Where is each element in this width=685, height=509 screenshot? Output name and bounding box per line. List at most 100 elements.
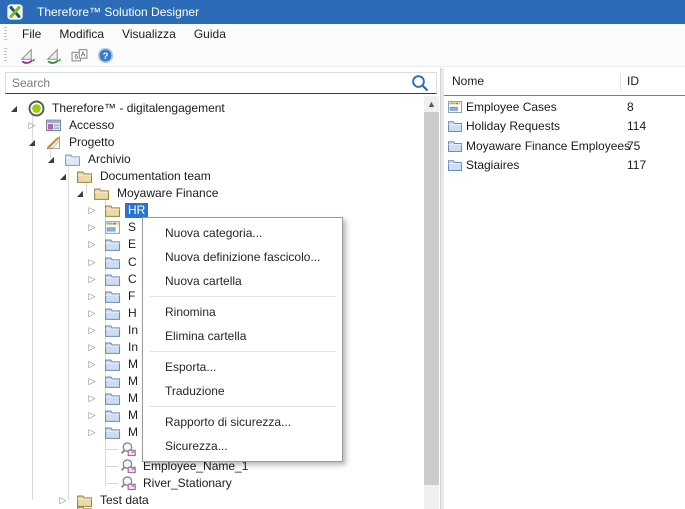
- server-icon: [28, 100, 45, 117]
- collapsed-arrow-icon[interactable]: ▷: [86, 357, 98, 372]
- list-item-name: Moyaware Finance Employees: [466, 138, 631, 153]
- category-icon: [447, 99, 463, 115]
- list-row-holiday-requests[interactable]: Holiday Requests 114: [444, 117, 685, 136]
- list-item-name: Stagiaires: [466, 157, 520, 172]
- context-menu-item-sicurezza[interactable]: Sicurezza...: [143, 434, 342, 458]
- folder-blue-icon: [104, 322, 121, 339]
- translate-icon[interactable]: 6A: [67, 45, 91, 65]
- tree-row-moyaware-finance[interactable]: ◢ Moyaware Finance: [0, 185, 424, 202]
- expanded-arrow-icon[interactable]: ◢: [74, 186, 86, 201]
- tree-label[interactable]: S: [125, 220, 139, 235]
- collapsed-arrow-icon[interactable]: ▷: [86, 306, 98, 321]
- query-icon: [120, 458, 137, 475]
- tree-label[interactable]: E: [125, 237, 139, 252]
- context-menu-item-elimina-cartella[interactable]: Elimina cartella: [143, 324, 342, 348]
- tree-label[interactable]: In: [125, 323, 141, 338]
- tree-label[interactable]: Progetto: [66, 135, 117, 150]
- collapsed-arrow-icon[interactable]: ▷: [86, 408, 98, 423]
- scroll-up-icon[interactable]: ▲: [424, 96, 439, 112]
- tree-label[interactable]: Documentation team: [97, 169, 214, 184]
- menu-file[interactable]: File: [13, 27, 50, 41]
- folder-tan-icon: [104, 202, 121, 219]
- folder-blue-icon: [447, 157, 463, 173]
- tree-row[interactable]: [0, 503, 424, 509]
- tree-row-accesso[interactable]: ▷ Accesso: [0, 117, 424, 134]
- scrollbar-thumb[interactable]: [424, 112, 439, 485]
- tree-label[interactable]: M: [125, 391, 141, 406]
- tree-row-river-stationary[interactable]: River_Stationary: [0, 475, 424, 492]
- folder-blue-icon: [104, 305, 121, 322]
- collapsed-arrow-icon[interactable]: ▷: [26, 118, 38, 133]
- collapsed-arrow-icon[interactable]: ▷: [86, 323, 98, 338]
- list-row-employee-cases[interactable]: Employee Cases 8: [444, 98, 685, 117]
- expanded-arrow-icon[interactable]: ◢: [26, 135, 38, 150]
- context-menu-item-nuova-categoria[interactable]: Nuova categoria...: [143, 221, 342, 245]
- collapsed-arrow-icon[interactable]: ▷: [86, 272, 98, 287]
- collapsed-arrow-icon[interactable]: ▷: [86, 391, 98, 406]
- tree-label[interactable]: H: [125, 306, 140, 321]
- help-icon[interactable]: ?: [93, 45, 117, 65]
- column-header-id[interactable]: ID: [627, 74, 639, 88]
- app-logo-icon: [7, 4, 23, 20]
- tree-label[interactable]: C: [125, 272, 140, 287]
- tree-row-progetto[interactable]: ◢ Progetto: [0, 134, 424, 151]
- collapsed-arrow-icon[interactable]: ▷: [86, 289, 98, 304]
- collapsed-arrow-icon[interactable]: ▷: [86, 374, 98, 389]
- tree-connector: [105, 466, 118, 468]
- collapsed-arrow-icon[interactable]: ▷: [86, 255, 98, 270]
- collapsed-arrow-icon[interactable]: ▷: [86, 203, 98, 218]
- context-menu-item-esporta[interactable]: Esporta...: [143, 355, 342, 379]
- designer-purple-icon[interactable]: [15, 45, 39, 65]
- designer-green-icon[interactable]: [41, 45, 65, 65]
- search-icon[interactable]: [410, 73, 430, 93]
- tree-label[interactable]: River_Stationary: [140, 476, 235, 491]
- tree-label[interactable]: Accesso: [66, 118, 117, 133]
- folder-tan-icon: [76, 503, 93, 509]
- tree-label[interactable]: In: [125, 340, 141, 355]
- collapsed-arrow-icon[interactable]: ▷: [86, 237, 98, 252]
- context-menu-item-rapporto-di-sicurezza[interactable]: Rapporto di sicurezza...: [143, 410, 342, 434]
- tree-label[interactable]: Moyaware Finance: [114, 186, 221, 201]
- column-divider[interactable]: [620, 73, 621, 91]
- tree-label[interactable]: C: [125, 255, 140, 270]
- menu-modifica[interactable]: Modifica: [50, 27, 113, 41]
- folder-blue-icon: [104, 254, 121, 271]
- tree-label[interactable]: M: [125, 408, 141, 423]
- context-menu-item-nuova-definizione-fascicolo[interactable]: Nuova definizione fascicolo...: [143, 245, 342, 269]
- search-input[interactable]: [6, 74, 410, 92]
- tree-row-archivio[interactable]: ◢ Archivio: [0, 151, 424, 168]
- folder-blue-icon: [104, 373, 121, 390]
- collapsed-arrow-icon[interactable]: ▷: [86, 425, 98, 440]
- folder-blue-icon: [447, 118, 463, 134]
- tree-label[interactable]: M: [125, 374, 141, 389]
- tree-row-therefore-digitalengagement[interactable]: ◢ Therefore™ - digitalengagement: [0, 100, 424, 117]
- menu-guida[interactable]: Guida: [185, 27, 235, 41]
- tree-label[interactable]: M: [125, 425, 141, 440]
- folder-blue-icon: [104, 339, 121, 356]
- context-menu-item-rinomina[interactable]: Rinomina: [143, 300, 342, 324]
- svg-text:A: A: [80, 51, 85, 58]
- menu-visualizza[interactable]: Visualizza: [113, 27, 185, 41]
- expanded-arrow-icon[interactable]: ◢: [45, 152, 57, 167]
- list-item-id: 75: [627, 138, 641, 153]
- menu-separator: [149, 406, 336, 407]
- tree-label[interactable]: Therefore™ - digitalengagement: [49, 101, 228, 116]
- expanded-arrow-icon[interactable]: ◢: [8, 101, 20, 116]
- list-row-stagiaires[interactable]: Stagiaires 117: [444, 156, 685, 175]
- collapsed-arrow-icon[interactable]: ▷: [86, 340, 98, 355]
- tree-row-documentation-team[interactable]: ◢ Documentation team: [0, 168, 424, 185]
- tree-label[interactable]: Archivio: [85, 152, 134, 167]
- expanded-arrow-icon[interactable]: ◢: [57, 169, 69, 184]
- column-header-nome[interactable]: Nome: [452, 74, 484, 88]
- context-menu-item-traduzione[interactable]: Traduzione: [143, 379, 342, 403]
- tree-connector: [105, 483, 118, 485]
- list-row-moyaware-finance-employees[interactable]: Moyaware Finance Employees 75: [444, 137, 685, 156]
- folder-blue-icon: [104, 271, 121, 288]
- context-menu-item-nuova-cartella[interactable]: Nuova cartella: [143, 269, 342, 293]
- collapsed-arrow-icon[interactable]: ▷: [86, 220, 98, 235]
- tree-scrollbar[interactable]: ▲: [424, 96, 439, 509]
- tree-label[interactable]: F: [125, 289, 138, 304]
- folder-blue-icon: [104, 390, 121, 407]
- list-header: Nome ID: [444, 68, 685, 96]
- tree-label[interactable]: M: [125, 357, 141, 372]
